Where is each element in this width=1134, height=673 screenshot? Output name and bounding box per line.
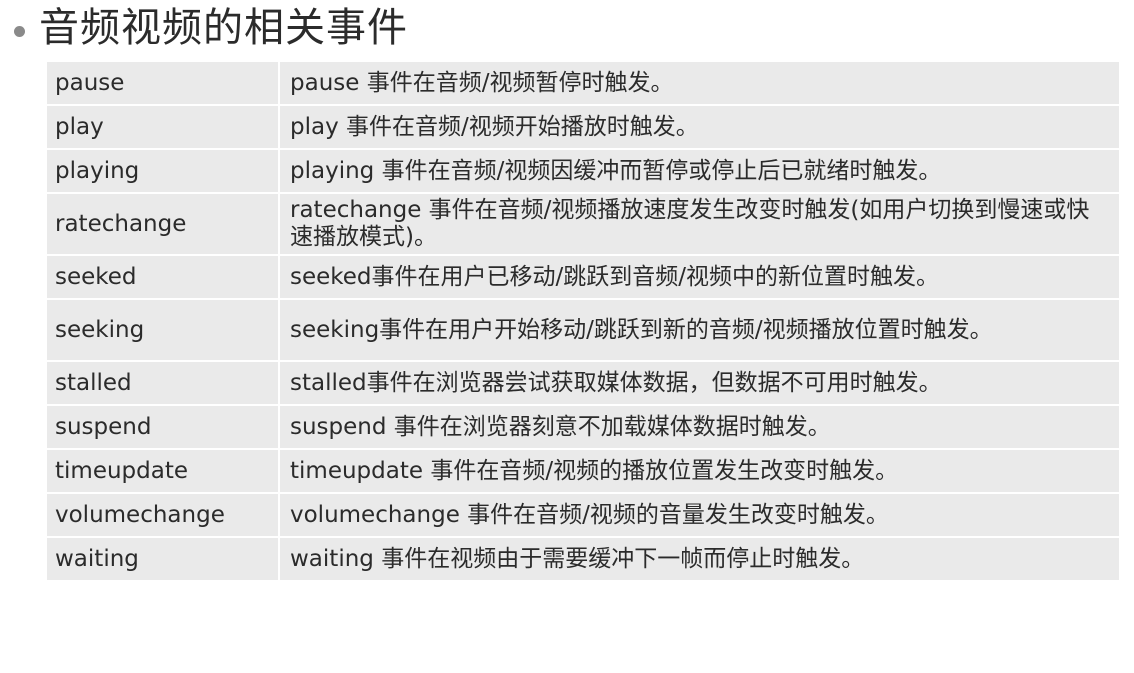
event-name-cell: suspend bbox=[47, 405, 280, 450]
bullet-icon bbox=[14, 25, 25, 37]
table-row: timeupdate timeupdate 事件在音频/视频的播放位置发生改变时… bbox=[47, 449, 1119, 494]
event-name-cell: stalled bbox=[47, 361, 280, 406]
table-row: pause pause 事件在音频/视频暂停时触发。 bbox=[47, 62, 1119, 106]
event-desc-cell: pause 事件在音频/视频暂停时触发。 bbox=[279, 62, 1119, 106]
events-table: pause pause 事件在音频/视频暂停时触发。 play play 事件在… bbox=[47, 62, 1119, 582]
event-desc-cell: volumechange 事件在音频/视频的音量发生改变时触发。 bbox=[279, 493, 1119, 538]
slide-title: 音频视频的相关事件 bbox=[39, 5, 408, 51]
event-desc-cell: seeked事件在用户已移动/跳跃到音频/视频中的新位置时触发。 bbox=[279, 255, 1119, 300]
event-desc-cell: waiting 事件在视频由于需要缓冲下一帧而停止时触发。 bbox=[279, 537, 1119, 582]
event-name-cell: ratechange bbox=[47, 193, 280, 256]
table-row: volumechange volumechange 事件在音频/视频的音量发生改… bbox=[47, 493, 1119, 538]
event-desc-cell: stalled事件在浏览器尝试获取媒体数据，但数据不可用时触发。 bbox=[279, 361, 1119, 406]
event-name-cell: seeking bbox=[47, 299, 280, 362]
event-name-cell: volumechange bbox=[47, 493, 280, 538]
table-row: playing playing 事件在音频/视频因缓冲而暂停或停止后已就绪时触发… bbox=[47, 149, 1119, 194]
event-name-cell: playing bbox=[47, 149, 280, 194]
table-row: seeking seeking事件在用户开始移动/跳跃到新的音频/视频播放位置时… bbox=[47, 299, 1119, 362]
event-desc-cell: ratechange 事件在音频/视频播放速度发生改变时触发(如用户切换到慢速或… bbox=[279, 193, 1119, 256]
event-name-cell: timeupdate bbox=[47, 449, 280, 494]
event-desc-cell: playing 事件在音频/视频因缓冲而暂停或停止后已就绪时触发。 bbox=[279, 149, 1119, 194]
table-row: seeked seeked事件在用户已移动/跳跃到音频/视频中的新位置时触发。 bbox=[47, 255, 1119, 300]
table-row: play play 事件在音频/视频开始播放时触发。 bbox=[47, 105, 1119, 150]
table-row: suspend suspend 事件在浏览器刻意不加载媒体数据时触发。 bbox=[47, 405, 1119, 450]
event-desc-cell: play 事件在音频/视频开始播放时触发。 bbox=[279, 105, 1119, 150]
event-desc-cell: timeupdate 事件在音频/视频的播放位置发生改变时触发。 bbox=[279, 449, 1119, 494]
table-row: waiting waiting 事件在视频由于需要缓冲下一帧而停止时触发。 bbox=[47, 537, 1119, 582]
event-name-cell: waiting bbox=[47, 537, 280, 582]
event-name-cell: pause bbox=[47, 62, 280, 106]
event-name-cell: seeked bbox=[47, 255, 280, 300]
table-row: ratechange ratechange 事件在音频/视频播放速度发生改变时触… bbox=[47, 193, 1119, 256]
slide-title-row: 音频视频的相关事件 bbox=[14, 2, 408, 54]
table-row: stalled stalled事件在浏览器尝试获取媒体数据，但数据不可用时触发。 bbox=[47, 361, 1119, 406]
event-desc-cell: suspend 事件在浏览器刻意不加载媒体数据时触发。 bbox=[279, 405, 1119, 450]
event-desc-cell: seeking事件在用户开始移动/跳跃到新的音频/视频播放位置时触发。 bbox=[279, 299, 1119, 362]
event-name-cell: play bbox=[47, 105, 280, 150]
